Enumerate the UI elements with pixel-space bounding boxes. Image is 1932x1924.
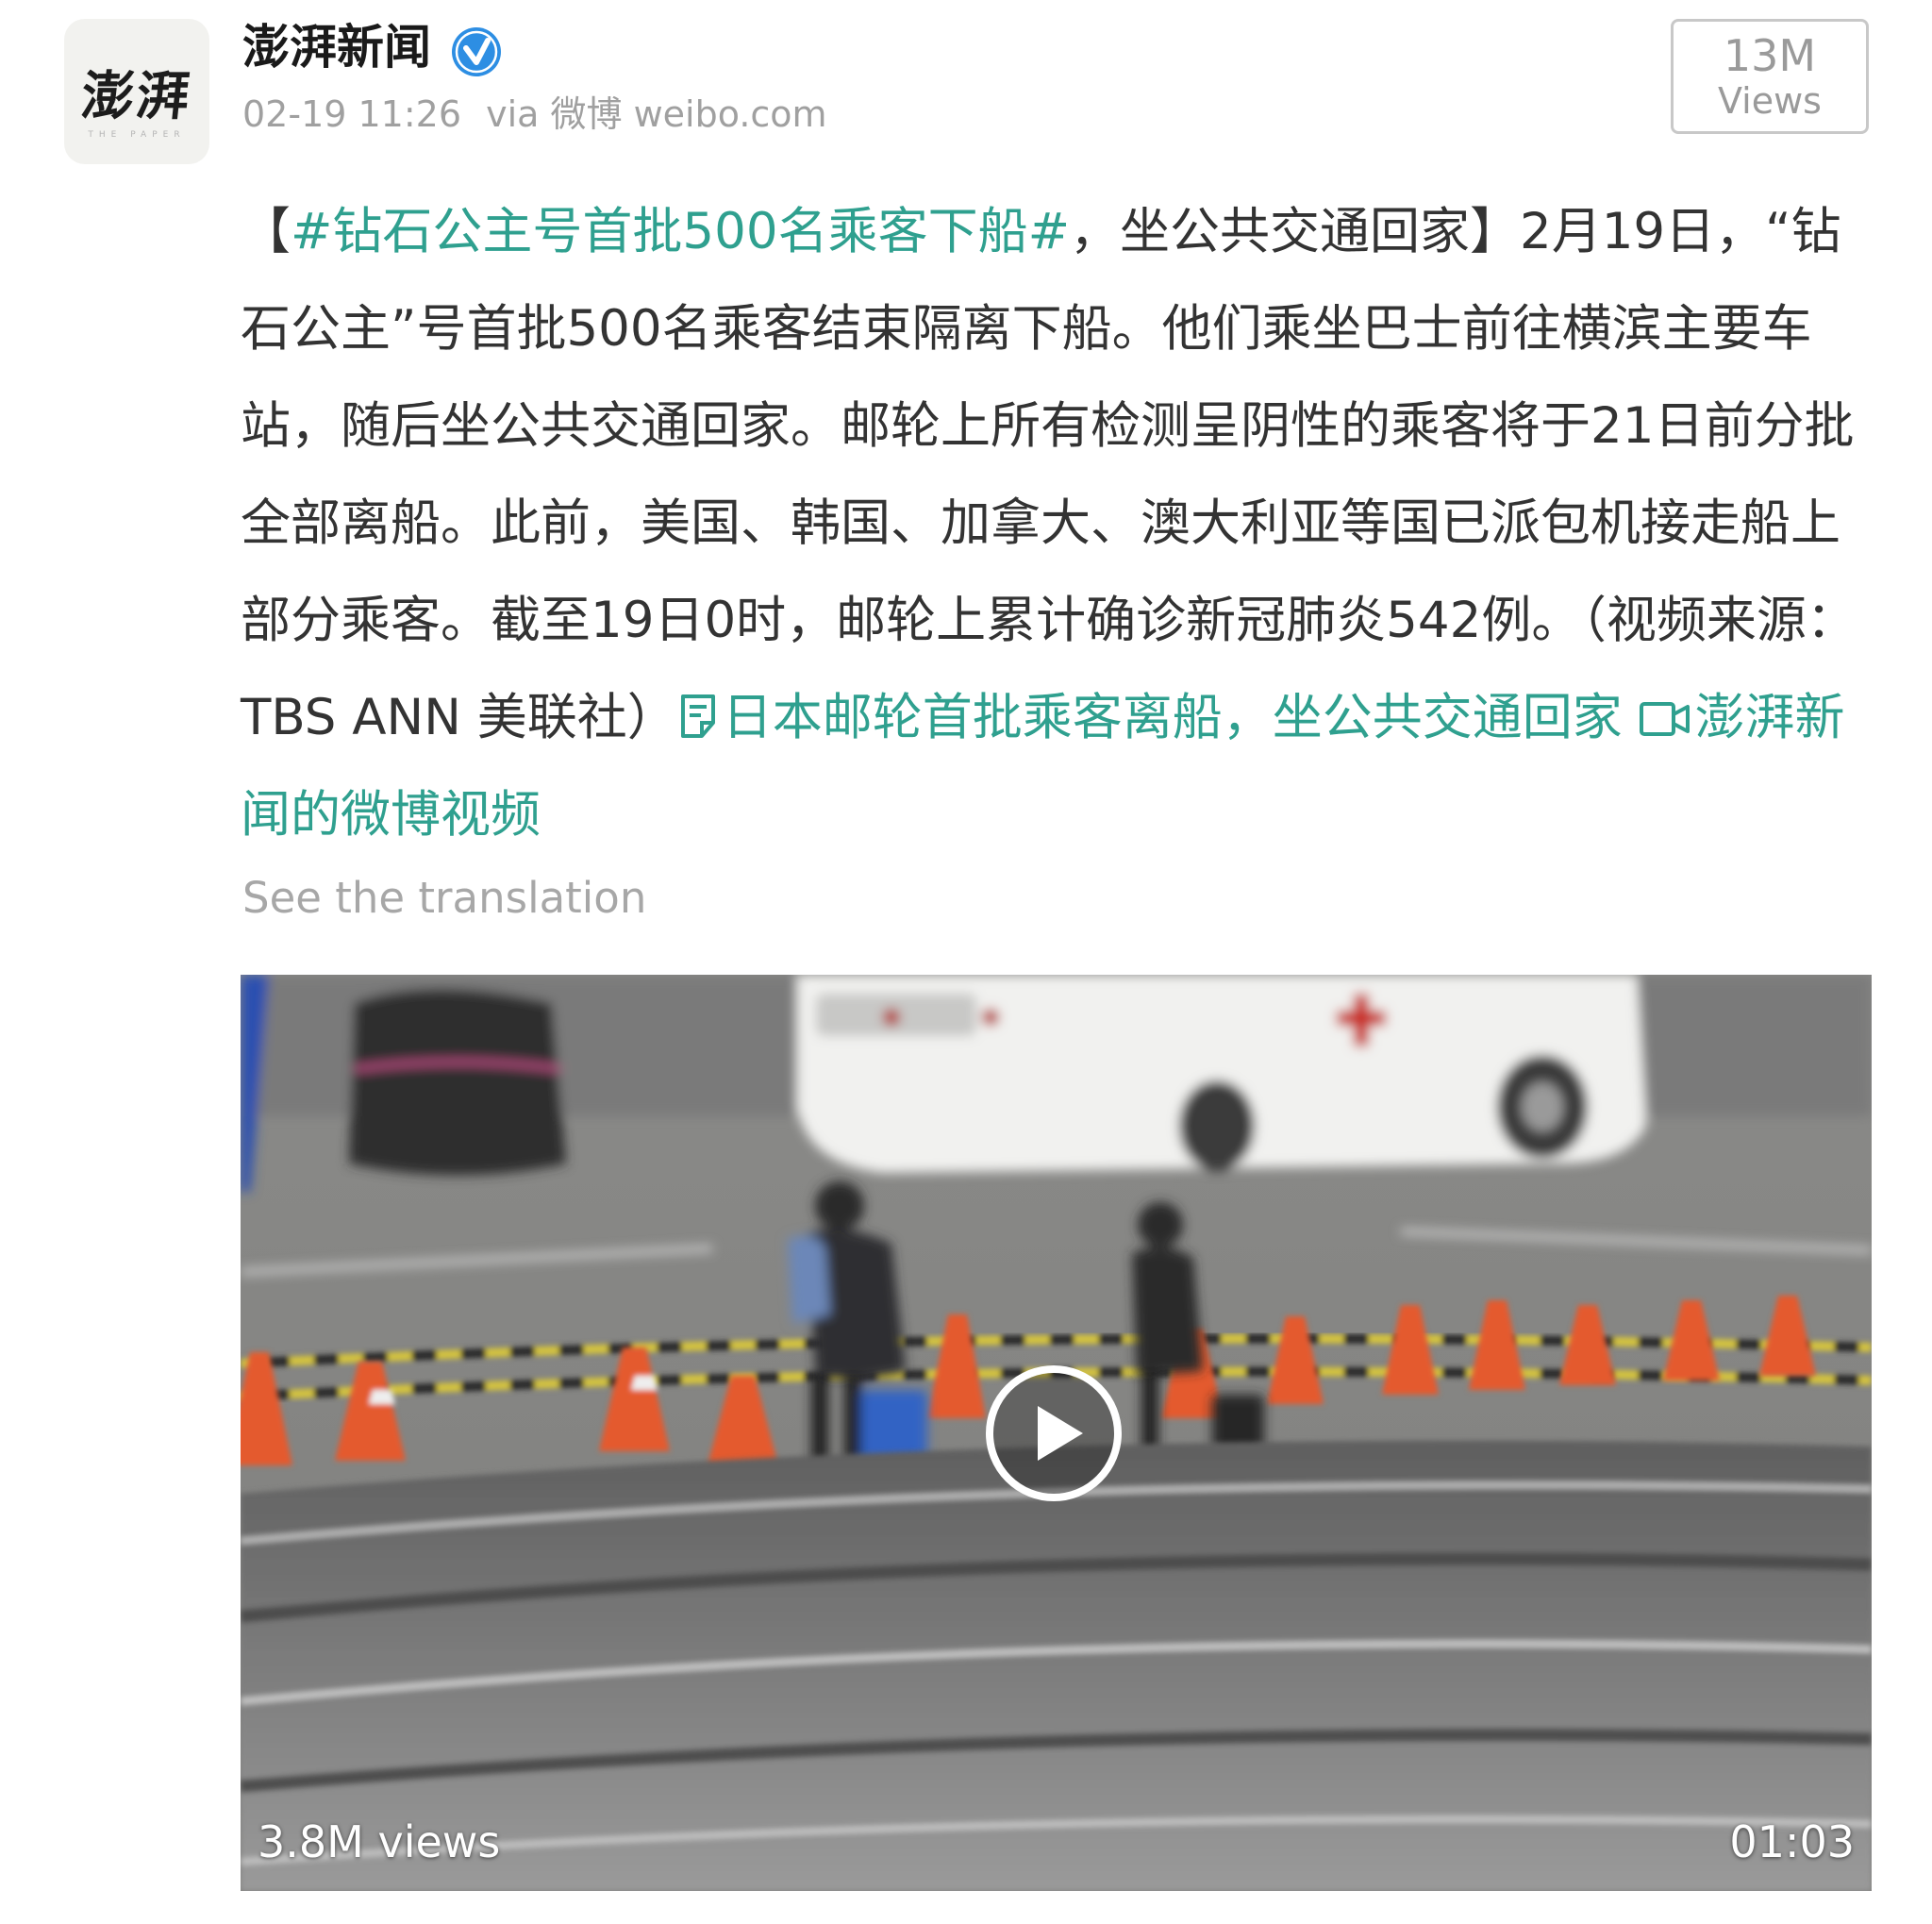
post-text: 【#钻石公主号首批500名乘客下船#，坐公共交通回家】2月19日，“钻石公主”号… xyxy=(241,183,1873,863)
video-icon xyxy=(1639,702,1690,736)
video-view-count: 3.8M views xyxy=(258,1816,501,1867)
video-duration: 01:03 xyxy=(1729,1816,1855,1867)
see-translation-link[interactable]: See the translation xyxy=(242,870,646,927)
article-link-label: 日本邮轮首批乘客离船，坐公共交通回家 xyxy=(722,689,1623,746)
play-icon[interactable] xyxy=(983,1363,1124,1504)
open-bracket: 【 xyxy=(241,203,291,260)
article-icon xyxy=(680,694,715,738)
avatar-subtext: THE PAPER xyxy=(88,130,186,140)
views-count: 13M xyxy=(1723,30,1817,81)
author-name[interactable]: 澎湃新闻 xyxy=(242,13,431,81)
article-link[interactable]: 日本邮轮首批乘客离船，坐公共交通回家 xyxy=(677,689,1623,746)
post-source: via 微博 weibo.com xyxy=(486,93,827,135)
video-player[interactable]: 3.8M views 01:03 xyxy=(241,975,1872,1891)
views-label: Views xyxy=(1718,80,1822,122)
post-body: ，坐公共交通回家】2月19日，“钻石公主”号首批500名乘客结束隔离下船。他们乘… xyxy=(241,203,1857,746)
hashtag-link[interactable]: #钻石公主号首批500名乘客下船# xyxy=(291,203,1070,260)
avatar-logo-text: 澎湃 xyxy=(78,64,194,127)
post-meta: 02-19 11:26 via 微博 weibo.com xyxy=(242,90,827,139)
verified-check-icon xyxy=(452,27,501,76)
author-avatar[interactable]: 澎湃 THE PAPER xyxy=(64,19,209,164)
post-timestamp: 02-19 11:26 xyxy=(242,93,462,135)
views-counter: 13M Views xyxy=(1671,19,1869,134)
